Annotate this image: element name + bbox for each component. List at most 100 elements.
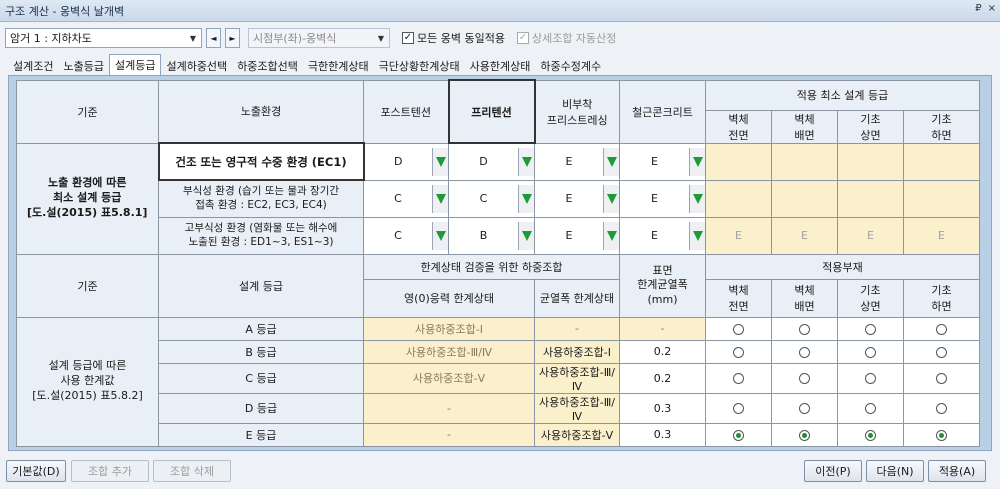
structure-select[interactable]: 암거 1 : 지하차도 ▼ bbox=[5, 28, 202, 48]
checkmark-icon[interactable]: ✓ bbox=[402, 32, 414, 44]
next-button[interactable]: 다음(N) bbox=[866, 460, 924, 482]
grade-select[interactable]: E bbox=[619, 142, 706, 181]
radio-icon[interactable] bbox=[865, 346, 876, 358]
apply-radio[interactable] bbox=[837, 362, 904, 394]
grade-select[interactable]: D bbox=[448, 142, 535, 181]
dropdown-arrow-icon[interactable] bbox=[689, 184, 705, 213]
crack-width: - bbox=[619, 316, 706, 341]
pin-icon[interactable]: ₽ bbox=[975, 3, 981, 14]
apply-radio[interactable] bbox=[705, 362, 772, 394]
grade-select[interactable]: E bbox=[534, 216, 620, 255]
apply-radio[interactable] bbox=[837, 339, 904, 364]
apply-radio[interactable] bbox=[902, 316, 981, 341]
tab-load-modifier[interactable]: 하중수정계수 bbox=[535, 56, 606, 75]
apply-radio[interactable] bbox=[837, 316, 904, 341]
radio-icon[interactable] bbox=[936, 403, 947, 414]
apply-radio[interactable] bbox=[771, 392, 838, 424]
radio-icon[interactable] bbox=[799, 346, 810, 358]
grade-select[interactable]: B bbox=[448, 216, 535, 255]
dropdown-arrow-icon[interactable] bbox=[689, 221, 705, 250]
apply-radio[interactable] bbox=[705, 339, 772, 364]
tab-ultimate-limit-state[interactable]: 극한한계상태 bbox=[303, 56, 374, 75]
grade-select[interactable]: E bbox=[619, 179, 706, 218]
radio-icon[interactable] bbox=[733, 373, 744, 384]
dropdown-arrow-icon[interactable] bbox=[518, 184, 534, 213]
grade-select[interactable]: E bbox=[534, 142, 620, 181]
toolbar: 암거 1 : 지하차도 ▼ ◄ ► 시점부(좌)-옹벽식 ▼ ✓ 모든 옹벽 동… bbox=[0, 22, 1000, 54]
auto-combo-checkbox[interactable]: ✓ 상세조합 자동산정 bbox=[516, 30, 616, 46]
radio-icon[interactable] bbox=[936, 346, 947, 358]
tab-design-conditions[interactable]: 설계조건 bbox=[8, 56, 58, 75]
apply-radio[interactable] bbox=[902, 422, 981, 447]
radio-icon[interactable] bbox=[733, 429, 744, 441]
add-combo-button[interactable]: 조합 추가 bbox=[71, 460, 149, 482]
dropdown-arrow-icon[interactable] bbox=[432, 184, 448, 213]
apply-radio[interactable] bbox=[771, 339, 838, 364]
radio-icon[interactable] bbox=[865, 429, 876, 441]
crack-width[interactable]: 0.3 bbox=[619, 392, 706, 424]
apply-all-walls-checkbox[interactable]: ✓ 모든 옹벽 동일적용 bbox=[402, 30, 505, 46]
grade-select[interactable]: E bbox=[619, 216, 706, 255]
radio-icon[interactable] bbox=[799, 323, 810, 335]
radio-icon[interactable] bbox=[936, 323, 947, 335]
grade-select[interactable]: C bbox=[448, 179, 535, 218]
apply-radio[interactable] bbox=[705, 422, 772, 447]
radio-icon[interactable] bbox=[865, 403, 876, 414]
tab-load-combo-selection[interactable]: 하중조합선택 bbox=[232, 56, 303, 75]
apply-radio[interactable] bbox=[837, 422, 904, 447]
crack-width[interactable]: 0.2 bbox=[619, 339, 706, 364]
header-pre-tension[interactable]: 프리텐션 bbox=[447, 79, 536, 144]
env-ec2-ec4[interactable]: 부식성 환경 (습기 또는 물과 장기간 접촉 환경 : EC2, EC3, E… bbox=[158, 179, 364, 218]
prev-button[interactable]: 이전(P) bbox=[804, 460, 862, 482]
crack-width[interactable]: 0.2 bbox=[619, 362, 706, 394]
dropdown-arrow-icon[interactable] bbox=[432, 221, 448, 250]
next-structure-button[interactable]: ► bbox=[225, 28, 240, 48]
apply-radio[interactable] bbox=[771, 422, 838, 447]
grade-select[interactable]: C bbox=[363, 179, 449, 218]
env-ed-es[interactable]: 고부식성 환경 (염화물 또는 해수에 노출된 환경 : ED1~3, ES1~… bbox=[158, 216, 364, 255]
apply-radio[interactable] bbox=[837, 392, 904, 424]
radio-icon[interactable] bbox=[799, 429, 810, 441]
grade-select[interactable]: C bbox=[363, 216, 449, 255]
apply-radio[interactable] bbox=[771, 316, 838, 341]
dropdown-arrow-icon[interactable] bbox=[689, 147, 705, 176]
radio-icon[interactable] bbox=[799, 403, 810, 414]
wall-select[interactable]: 시점부(좌)-옹벽식 ▼ bbox=[248, 28, 390, 48]
default-button[interactable]: 기본값(D) bbox=[6, 460, 66, 482]
dropdown-arrow-icon[interactable] bbox=[603, 147, 619, 176]
apply-radio[interactable] bbox=[705, 316, 772, 341]
chevron-down-icon[interactable]: ▼ bbox=[185, 29, 201, 47]
radio-icon[interactable] bbox=[799, 373, 810, 384]
radio-icon[interactable] bbox=[936, 373, 947, 384]
apply-radio[interactable] bbox=[902, 362, 981, 394]
radio-icon[interactable] bbox=[733, 323, 744, 335]
apply-radio[interactable] bbox=[902, 339, 981, 364]
apply-button[interactable]: 적용(A) bbox=[928, 460, 986, 482]
tab-service-limit-state[interactable]: 사용한계상태 bbox=[465, 56, 536, 75]
radio-icon[interactable] bbox=[936, 429, 947, 441]
tab-exposure-grade[interactable]: 노출등급 bbox=[58, 56, 108, 75]
grade-select[interactable]: E bbox=[534, 179, 620, 218]
grade-select[interactable]: D bbox=[363, 142, 449, 181]
radio-icon[interactable] bbox=[865, 323, 876, 335]
radio-icon[interactable] bbox=[733, 403, 744, 414]
dropdown-arrow-icon[interactable] bbox=[518, 221, 534, 250]
apply-radio[interactable] bbox=[902, 392, 981, 424]
env-ec1[interactable]: 건조 또는 영구적 수중 환경 (EC1) bbox=[157, 142, 365, 181]
dropdown-arrow-icon[interactable] bbox=[432, 147, 448, 176]
checkmark-icon[interactable]: ✓ bbox=[516, 32, 529, 44]
tab-design-grade[interactable]: 설계등급 bbox=[108, 54, 162, 75]
radio-icon[interactable] bbox=[733, 346, 744, 358]
delete-combo-button[interactable]: 조합 삭제 bbox=[153, 460, 231, 482]
crack-width[interactable]: 0.3 bbox=[619, 422, 706, 447]
apply-radio[interactable] bbox=[705, 392, 772, 424]
close-icon[interactable]: × bbox=[988, 3, 996, 14]
dropdown-arrow-icon[interactable] bbox=[603, 184, 619, 213]
dropdown-arrow-icon[interactable] bbox=[603, 221, 619, 250]
radio-icon[interactable] bbox=[865, 373, 876, 384]
tab-extreme-limit-state[interactable]: 극단상황한계상태 bbox=[374, 56, 465, 75]
tab-design-load-selection[interactable]: 설계하중선택 bbox=[161, 56, 232, 75]
prev-structure-button[interactable]: ◄ bbox=[206, 28, 221, 48]
dropdown-arrow-icon[interactable] bbox=[518, 147, 534, 176]
apply-radio[interactable] bbox=[771, 362, 838, 394]
